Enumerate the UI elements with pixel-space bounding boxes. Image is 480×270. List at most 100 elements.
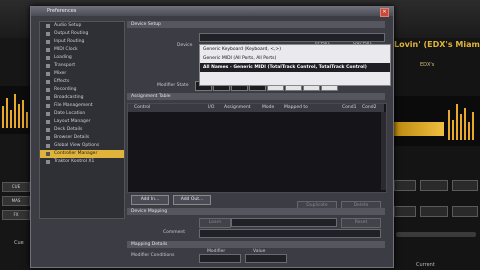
device-select[interactable] — [199, 33, 385, 42]
sidebar-item-label: Global View Options — [54, 143, 100, 148]
sidebar-item-loading[interactable]: Loading — [40, 54, 124, 62]
add-in-button[interactable]: Add In... — [131, 195, 169, 205]
sidebar-item-label: Recording — [54, 87, 77, 92]
folder-icon — [46, 144, 50, 148]
comment-label: Comment — [163, 230, 186, 235]
column-header-io[interactable]: I/O — [208, 104, 214, 112]
sidebar-item-label: MIDI Clock — [54, 47, 78, 52]
sidebar-item-broadcasting[interactable]: Broadcasting — [40, 94, 124, 102]
left-bottom-label: Cue — [14, 240, 24, 246]
sidebar-item-browser-details[interactable]: Browser Details — [40, 134, 124, 142]
folder-icon — [46, 160, 50, 164]
sidebar-item-label: Effects — [54, 79, 70, 84]
right-deck-progress-bar — [392, 122, 444, 136]
folder-icon — [46, 120, 50, 124]
device-label: Device — [177, 43, 193, 48]
left-master-button[interactable]: MAS — [2, 196, 30, 206]
right-deck-track-title: Lovin' (EDX's Miam — [394, 40, 480, 49]
sidebar-item-audio-setup[interactable]: Audio Setup — [40, 22, 124, 30]
sidebar-item-output-routing[interactable]: Output Routing — [40, 30, 124, 38]
table-scrollbar[interactable] — [381, 112, 386, 190]
folder-icon — [46, 152, 50, 156]
sidebar-item-transport[interactable]: Transport — [40, 62, 124, 70]
sidebar-item-label: Traktor Kontrol X1 — [54, 159, 95, 164]
sidebar-item-label: Deck Details — [54, 127, 83, 132]
device-mapping-header: Device Mapping — [127, 208, 385, 215]
learn-button[interactable]: Learn — [199, 218, 231, 228]
modifier-select[interactable] — [199, 254, 241, 263]
left-cue-button[interactable]: CUE — [2, 182, 30, 192]
folder-icon — [46, 48, 50, 52]
sidebar-item-label: Layout Manager — [54, 119, 91, 124]
column-header-assignment[interactable]: Assignment — [224, 104, 251, 112]
sidebar-item-label: Output Routing — [54, 31, 89, 36]
modifier-state-label: Modifier State — [157, 83, 189, 88]
column-header-mode[interactable]: Mode — [262, 104, 274, 112]
comment-input[interactable] — [199, 229, 381, 238]
device-dropdown-list: Generic Keyboard (Keyboard, <,>) Generic… — [199, 44, 391, 86]
device-setup-header: Device Setup — [127, 21, 385, 28]
column-header-cond2[interactable]: Cond2 — [362, 104, 376, 112]
sidebar-item-label: Controller Manager — [54, 151, 98, 156]
sidebar-item-input-routing[interactable]: Input Routing — [40, 38, 124, 46]
folder-icon — [46, 24, 50, 28]
sidebar-item-label: Date Location — [54, 111, 86, 116]
folder-icon — [46, 72, 50, 76]
assignment-table[interactable]: Control I/O Assignment Mode Mapped to Co… — [127, 103, 387, 193]
assignment-table-header: Assignment Table — [127, 93, 385, 100]
dropdown-option-highlighted[interactable]: All Names - Generic MIDI (TotalTrack Con… — [200, 63, 390, 72]
modifier-conditions-label: Modifier Conditions — [131, 253, 175, 258]
value-select[interactable] — [245, 254, 287, 263]
sidebar-item-layout-manager[interactable]: Layout Manager — [40, 118, 124, 126]
close-icon[interactable]: ✕ — [380, 8, 389, 17]
sidebar-item-traktor-kontrol-x1[interactable]: Traktor Kontrol X1 — [40, 158, 124, 166]
sidebar-item-global-view-options[interactable]: Global View Options — [40, 142, 124, 150]
right-deck-control[interactable] — [420, 206, 448, 217]
dialog-titlebar[interactable]: Preferences ✕ — [31, 7, 393, 17]
dropdown-option[interactable]: Generic Keyboard (Keyboard, <,>) — [200, 45, 390, 54]
column-header-control[interactable]: Control — [134, 104, 150, 112]
folder-icon — [46, 128, 50, 132]
sidebar-item-file-management[interactable]: File Management — [40, 102, 124, 110]
sidebar-item-label: Audio Setup — [54, 23, 82, 28]
sidebar-item-midi-clock[interactable]: MIDI Clock — [40, 46, 124, 54]
left-fx-button[interactable]: FX — [2, 210, 30, 220]
sidebar-item-label: Transport — [54, 63, 76, 68]
folder-icon — [46, 32, 50, 36]
preferences-sidebar: Audio Setup Output Routing Input Routing… — [39, 21, 125, 219]
right-waveform — [392, 96, 480, 146]
dropdown-option[interactable]: Generic MIDI (All Ports, All Ports) — [200, 54, 390, 63]
column-header-mapped-to[interactable]: Mapped to — [284, 104, 308, 112]
sidebar-item-recording[interactable]: Recording — [40, 86, 124, 94]
sidebar-item-mixer[interactable]: Mixer — [40, 70, 124, 78]
folder-icon — [46, 136, 50, 140]
right-deck-control[interactable] — [394, 206, 416, 217]
right-deck-control[interactable] — [420, 180, 448, 191]
right-deck-control[interactable] — [452, 180, 478, 191]
mapping-field[interactable] — [231, 218, 337, 227]
right-deck-control[interactable] — [452, 206, 478, 217]
right-deck-control[interactable] — [394, 180, 416, 191]
sidebar-item-label: Browser Details — [54, 135, 90, 140]
sidebar-item-deck-details[interactable]: Deck Details — [40, 126, 124, 134]
reset-button[interactable]: Reset — [341, 218, 381, 228]
sidebar-item-date-location[interactable]: Date Location — [40, 110, 124, 118]
sidebar-item-label: Loading — [54, 55, 72, 60]
column-header-cond1[interactable]: Cond1 — [342, 104, 356, 112]
folder-icon — [46, 112, 50, 116]
add-out-button[interactable]: Add Out... — [173, 195, 211, 205]
folder-icon — [46, 40, 50, 44]
sidebar-item-effects[interactable]: Effects — [40, 78, 124, 86]
folder-icon — [46, 80, 50, 84]
sidebar-item-label: Mixer — [54, 71, 67, 76]
sidebar-item-label: Input Routing — [54, 39, 85, 44]
sidebar-item-label: File Management — [54, 103, 93, 108]
right-bottom-label: Current — [416, 262, 435, 268]
sidebar-item-controller-manager[interactable]: Controller Manager — [40, 150, 124, 158]
preferences-dialog: Preferences ✕ Audio Setup Output Routing… — [30, 6, 394, 268]
mapping-details-header: Mapping Details — [127, 241, 385, 248]
folder-icon — [46, 104, 50, 108]
folder-icon — [46, 56, 50, 60]
right-deck-slider[interactable] — [396, 232, 476, 237]
table-header-row: Control I/O Assignment Mode Mapped to Co… — [128, 104, 384, 112]
